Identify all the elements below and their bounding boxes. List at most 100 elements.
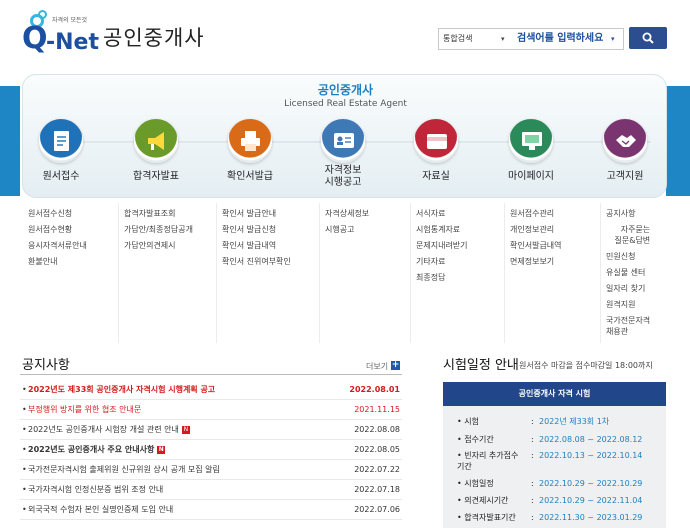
plus-icon[interactable]: + (391, 361, 400, 370)
submenu-item[interactable]: 자주묻는 질문&답변 (606, 224, 650, 246)
submenu-item[interactable]: 최종정답 (416, 270, 468, 286)
bullet: • (22, 485, 27, 494)
submenu-item[interactable]: 가답안의견제시 (124, 238, 193, 254)
document-icon (54, 131, 69, 151)
menu-button-5[interactable] (414, 119, 458, 163)
submenu-item[interactable]: 확인서 진위여부확인 (222, 254, 291, 270)
notice-title: 공지사항 (22, 358, 70, 373)
schedule-colon: : (531, 451, 534, 460)
schedule-value: 2022.10.29 ~ 2022.10.29 (539, 479, 643, 488)
notice-title-text[interactable]: 국가전문자격시험 출제위원 신규위원 상시 공개 모집 알림 (28, 460, 220, 480)
submenu-column-7: 공지사항자주묻는 질문&답변민원신청 유실물 센터 일자리 찾기 원격지원국가전문자격… (606, 206, 650, 340)
bullet: • (22, 505, 27, 514)
menu-label-5[interactable]: 자료실 (391, 171, 481, 183)
submenu-item[interactable]: 원격지원 (606, 297, 650, 313)
notice-row[interactable]: • 외국국적 수험자 본인 실명인증제 도입 안내 2022.07.06 (20, 500, 402, 520)
notice-date: 2022.08.05 (354, 445, 400, 454)
notice-date: 2022.08.08 (354, 425, 400, 434)
submenu-item[interactable]: 시험통계자료 (416, 222, 468, 238)
submenu-item[interactable]: 원서접수관리 (510, 206, 562, 222)
logo-q: Q (22, 21, 48, 56)
submenu-item[interactable]: 자격상세정보 (325, 206, 369, 222)
submenu-item[interactable]: 확인서 발급신청 (222, 222, 291, 238)
submenu-item[interactable]: 면제정보보기 (510, 254, 562, 270)
notice-more-link[interactable]: 더보기 (366, 361, 388, 372)
menu-label-6[interactable]: 마이페이지 (486, 171, 576, 183)
menu-button-1[interactable] (39, 119, 83, 163)
bullet: • (22, 385, 27, 394)
submenu-item[interactable]: 가답안/최종정답공개 (124, 222, 193, 238)
submenu-item[interactable]: 시행공고 (325, 222, 369, 238)
submenu-column-1: 원서접수신청 원서접수현황 응시자격서류안내 환불안내 (28, 206, 87, 270)
schedule-colon: : (531, 417, 534, 426)
notice-row[interactable]: • 2022년도 공인중개사 주요 안내사항 N 2022.08.05 (20, 440, 402, 460)
submenu-item[interactable]: 일자리 찾기 (606, 281, 650, 297)
schedule-colon: : (531, 496, 534, 505)
submenu-item[interactable]: 공지사항 (606, 206, 650, 222)
bullet: • (22, 425, 27, 434)
submenu-item[interactable]: 기타자료 (416, 254, 468, 270)
submenu-item[interactable]: 서식자료 (416, 206, 468, 222)
schedule-box-title: 공인중개사 자격 시험 (443, 382, 666, 406)
menu-button-3[interactable] (228, 119, 272, 163)
folder-icon (427, 134, 447, 149)
submenu-divider (118, 203, 119, 343)
menu-label-3[interactable]: 확인서발급 (205, 171, 295, 183)
menu-label-7[interactable]: 고객지원 (580, 171, 670, 183)
hero-title: 공인중개사 (317, 83, 374, 97)
submenu-item[interactable]: 합격자발표조회 (124, 206, 193, 222)
schedule-box: 공인중개사 자격 시험 • 시험:2022년 제33회 1차 • 접수기간:202… (443, 382, 666, 528)
menu-button-6[interactable] (509, 119, 553, 163)
submenu-item[interactable]: 원서접수신청 (28, 206, 87, 222)
notice-row[interactable]: • 국가자격시험 인정신분증 범위 조정 안내 2022.07.18 (20, 480, 402, 500)
submenu-item[interactable]: 환불안내 (28, 254, 87, 270)
notice-date: 2022.07.06 (354, 505, 400, 514)
submenu-item[interactable]: 응시자격서류안내 (28, 238, 87, 254)
menu-label-4[interactable]: 자격정보 시행공고 (298, 165, 388, 189)
qnet-logo[interactable]: 자격의 모든것 Q -Net (22, 8, 110, 60)
schedule-value: 2022.11.30 ~ 2023.01.29 (539, 513, 643, 522)
chevron-down-icon[interactable]: ▾ (501, 29, 505, 49)
submenu-item[interactable]: 문제지내려받기 (416, 238, 468, 254)
submenu-item[interactable]: 국가전문자격 채용관 (606, 315, 650, 337)
submenu-item[interactable]: 유실물 센터 (606, 265, 650, 281)
notice-row[interactable]: • 2022년도 제33회 공인중개사 자격시험 시행계획 공고 2022.08.0… (20, 380, 402, 400)
submenu-item[interactable]: 개인정보관리 (510, 222, 562, 238)
menu-label-2[interactable]: 합격자발표 (111, 171, 201, 183)
notice-divider (20, 374, 402, 375)
menu-button-2[interactable] (134, 119, 178, 163)
search-scope-select[interactable]: 통합검색 (439, 29, 509, 49)
schedule-value: 2022.10.13 ~ 2022.10.14 (539, 451, 643, 460)
site-title[interactable]: 공인중개사 (103, 22, 205, 52)
menu-button-4[interactable] (321, 119, 365, 163)
notice-date: 2022.07.22 (354, 465, 400, 474)
page: { "header": { "logo_tagline": "자격의 모든것",… (0, 0, 690, 528)
schedule-colon: : (531, 479, 534, 488)
logo-ring-small (38, 10, 47, 19)
notice-title-text[interactable]: 2022년도 제33회 공인중개사 자격시험 시행계획 공고 (28, 380, 215, 400)
submenu-item[interactable]: 확인서 발급내역 (222, 238, 291, 254)
search-button[interactable] (629, 27, 667, 49)
logo-net: -Net (46, 30, 99, 55)
notice-row[interactable]: • 부정행위 방지를 위한 협조 안내문 2021.11.15 (20, 400, 402, 420)
notice-title-text[interactable]: 2022년도 공인중개사 시험장 개설 관련 안내 N (28, 420, 190, 440)
notice-date: 2022.07.18 (354, 485, 400, 494)
notice-row[interactable]: • 국가전문자격시험 출제위원 신규위원 상시 공개 모집 알림 2022.07.2… (20, 460, 402, 480)
submenu-item[interactable]: 확인서 발급안내 (222, 206, 291, 222)
chevron-down-icon[interactable]: ▾ (611, 29, 615, 49)
submenu-item[interactable]: 민원신청 (606, 249, 650, 265)
hero-subtitle: Licensed Real Estate Agent (284, 99, 407, 109)
search-icon (642, 32, 654, 44)
submenu-item[interactable]: 원서접수현황 (28, 222, 87, 238)
schedule-label: • 시험일정 (457, 479, 494, 488)
notice-title-text[interactable]: 2022년도 공인중개사 주요 안내사항 N (28, 440, 166, 460)
notice-title-text[interactable]: 부정행위 방지를 위한 협조 안내문 (28, 400, 141, 420)
notice-title-text[interactable]: 국가자격시험 인정신분증 범위 조정 안내 (28, 480, 163, 500)
menu-button-7[interactable] (603, 119, 647, 163)
submenu-item[interactable]: 확인서발급내역 (510, 238, 562, 254)
search-input[interactable]: 검색어를 입력하세요 (517, 29, 623, 49)
schedule-label: • 합격자발표기간 (457, 513, 516, 522)
notice-title-text[interactable]: 외국국적 수험자 본인 실명인증제 도입 안내 (28, 500, 173, 520)
menu-label-1[interactable]: 원서접수 (16, 171, 106, 183)
notice-row[interactable]: • 2022년도 공인중개사 시험장 개설 관련 안내 N 2022.08.08 (20, 420, 402, 440)
